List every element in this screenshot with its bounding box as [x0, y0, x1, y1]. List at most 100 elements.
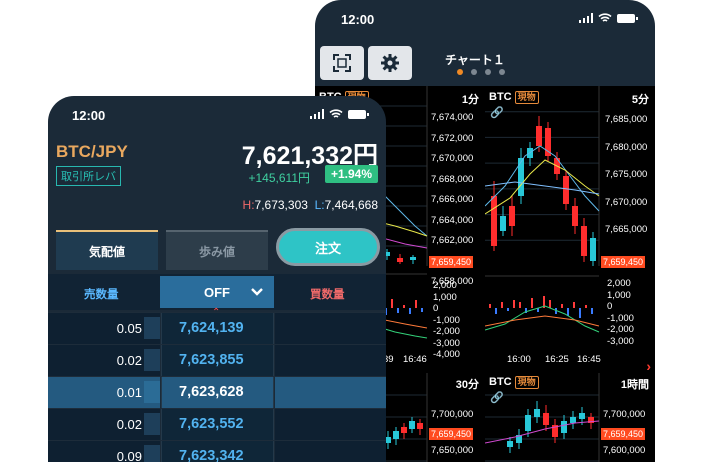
- y-tick: 7,680,000: [605, 141, 648, 153]
- sell-qty-cell[interactable]: 0.09: [48, 441, 160, 462]
- price-cell[interactable]: 7,623,552: [161, 409, 274, 440]
- y-tick: 7,668,000: [431, 173, 474, 185]
- buy-qty-cell[interactable]: [275, 377, 386, 408]
- current-price-tag: 7,659,450: [601, 256, 646, 268]
- sell-qty-cell[interactable]: 0.05: [48, 313, 160, 344]
- sell-qty: 0.02: [116, 353, 142, 368]
- page-indicator[interactable]: [457, 69, 505, 75]
- timeframe-label[interactable]: 1分: [462, 91, 479, 107]
- page-dot[interactable]: [499, 69, 505, 75]
- signal-icon: [578, 13, 593, 23]
- timeframe-label[interactable]: 1時間: [621, 376, 649, 392]
- status-icons: [578, 13, 638, 23]
- y-tick: 7,665,000: [605, 224, 648, 235]
- fullscreen-button[interactable]: [320, 46, 364, 80]
- order-book-row[interactable]: 0.02 7,623,552: [48, 408, 386, 440]
- chart-panel-5min[interactable]: BTC 現物 🔗 5分 7,685,000 7,680,000 7,675,000 7,…: [485, 86, 655, 370]
- candle-body: [579, 413, 585, 419]
- oscillator-bar: [489, 304, 491, 308]
- buy-qty-cell[interactable]: [275, 345, 386, 376]
- candle-body: [590, 238, 596, 261]
- buy-qty-cell[interactable]: [275, 409, 386, 440]
- order-book-row-highlighted[interactable]: 0.01 7,623,628: [48, 376, 386, 408]
- battery-icon: [348, 109, 369, 119]
- buy-qty-cell[interactable]: [275, 313, 386, 344]
- market-type-badge: 取引所レバ: [56, 166, 121, 186]
- price-level: 7,623,628: [179, 384, 244, 400]
- candle-body: [401, 427, 407, 433]
- chevron-right-icon[interactable]: ›: [646, 358, 651, 374]
- timeframe-label[interactable]: 30分: [456, 376, 479, 392]
- filter-value: OFF: [204, 284, 230, 300]
- price-cell[interactable]: 7,623,628: [161, 377, 274, 408]
- currency-pair[interactable]: BTC/JPY: [56, 142, 128, 162]
- status-time: 12:00: [72, 108, 106, 123]
- y-tick: 7,650,000: [431, 445, 474, 456]
- link-icon[interactable]: 🔗: [490, 106, 504, 119]
- battery-icon: [617, 13, 638, 23]
- low-label: L:: [314, 198, 325, 212]
- chart-toolbar: チャート１: [315, 42, 655, 86]
- chart-title[interactable]: チャート１: [445, 51, 505, 68]
- change-percent-badge: +1.94%: [324, 165, 378, 183]
- osc-tick: -1,000: [607, 312, 634, 324]
- settings-button[interactable]: [368, 46, 412, 80]
- link-icon[interactable]: 🔗: [490, 391, 504, 404]
- order-book-row[interactable]: 0.02 7,623,855: [48, 344, 386, 376]
- wifi-icon: [598, 13, 612, 22]
- x-tick: 16:00: [507, 354, 531, 365]
- volume-bar: [144, 317, 160, 339]
- oscillator-bar: [415, 300, 417, 308]
- board-tabs: 気配値 歩み値 注文: [48, 226, 386, 270]
- status-icons: [309, 109, 369, 119]
- candle-body: [509, 206, 515, 226]
- buy-qty-cell[interactable]: [275, 441, 386, 462]
- price-cell[interactable]: 7,623,342: [161, 441, 274, 462]
- sell-qty-cell[interactable]: 0.02: [48, 345, 160, 376]
- current-price-tag: 7,659,450: [429, 428, 474, 440]
- tab-order-book[interactable]: 気配値: [56, 230, 158, 270]
- timeframe-label[interactable]: 5分: [632, 91, 649, 107]
- oscillator-bar: [513, 300, 515, 308]
- osc-tick: -3,000: [433, 337, 460, 349]
- x-tick: 16:46: [403, 354, 427, 365]
- y-tick: 7,664,000: [431, 214, 474, 226]
- low-value: 7,464,668: [324, 198, 378, 212]
- order-button[interactable]: 注文: [276, 228, 380, 266]
- price-level: 7,623,552: [179, 416, 244, 432]
- y-tick: 7,674,000: [431, 112, 474, 123]
- y-tick: 7,666,000: [431, 194, 474, 205]
- order-book-row[interactable]: 0.05 7,624,139 ⌃: [48, 307, 386, 344]
- status-bar: 12:00: [315, 0, 655, 36]
- oscillator-bar: [531, 298, 533, 308]
- sell-qty-cell[interactable]: 0.02: [48, 409, 160, 440]
- price-cell[interactable]: 7,623,855: [161, 345, 274, 376]
- chart-panel-1hour[interactable]: BTC 現物 🔗 1時間 7,700,000 7,659,450 7,600,00…: [485, 373, 655, 462]
- current-price-tag: 7,659,450: [601, 428, 646, 440]
- tab-trade-history[interactable]: 歩み値: [166, 230, 268, 270]
- y-tick: 7,700,000: [603, 409, 646, 420]
- symbol-text: BTC: [489, 91, 512, 103]
- price-filter-select[interactable]: OFF: [160, 276, 274, 308]
- y-tick: 7,670,000: [431, 153, 474, 164]
- oscillator-bar: [391, 299, 393, 308]
- order-book-row[interactable]: 0.09 7,623,342: [48, 440, 386, 462]
- gear-icon: [381, 54, 399, 72]
- y-tick: 7,700,000: [431, 409, 474, 420]
- sell-qty-cell[interactable]: 0.01: [48, 377, 160, 408]
- high-label: H:: [242, 198, 255, 212]
- high-low: H:7,673,303 L:7,464,668: [243, 198, 378, 212]
- volume-bar: [144, 381, 160, 403]
- oscillator-bar: [409, 308, 411, 314]
- y-tick: 7,662,000: [431, 235, 474, 246]
- page-dot[interactable]: [457, 69, 463, 75]
- current-price-tag: 7,659,450: [429, 256, 474, 268]
- order-board-phone: 12:00 BTC/JPY 7,621,332円 取引所レバ +145,611円…: [48, 96, 386, 462]
- oscillator-bar: [397, 308, 399, 313]
- oscillator-bar: [519, 302, 521, 308]
- osc-tick: -1,000: [433, 314, 460, 326]
- page-dot[interactable]: [485, 69, 491, 75]
- panel-symbol: BTC現物: [489, 376, 539, 389]
- page-dot[interactable]: [471, 69, 477, 75]
- status-bar: 12:00: [48, 96, 386, 132]
